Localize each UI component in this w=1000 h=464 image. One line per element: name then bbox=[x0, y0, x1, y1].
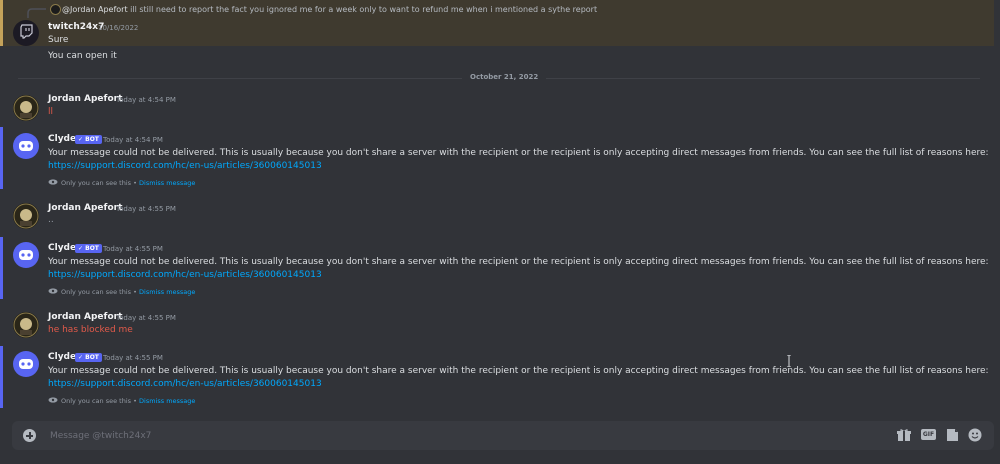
clyde-bot-icon bbox=[19, 141, 33, 151]
avatar[interactable] bbox=[13, 242, 39, 268]
dismiss-message-link[interactable]: Dismiss message bbox=[139, 179, 195, 187]
avatar[interactable] bbox=[13, 351, 39, 377]
ephemeral-text: Only you can see this bbox=[61, 179, 132, 187]
bot-badge: ✓ BOT bbox=[75, 353, 102, 362]
ephemeral-separator: • bbox=[133, 179, 137, 187]
avatar[interactable] bbox=[13, 133, 39, 159]
sticker-icon[interactable] bbox=[945, 428, 959, 442]
add-attachment-button[interactable] bbox=[23, 429, 36, 442]
message-timestamp: Today at 4:55 PM bbox=[116, 314, 176, 322]
message-text: he has blocked me bbox=[48, 325, 133, 335]
gift-icon[interactable] bbox=[897, 428, 911, 442]
gif-button[interactable]: GIF bbox=[921, 429, 936, 440]
ephemeral-separator: • bbox=[133, 288, 137, 296]
message-author[interactable]: Jordan Apefort bbox=[48, 312, 122, 322]
ephemeral-bar bbox=[0, 237, 3, 299]
message-list: @Jordan Apefort ill still need to report… bbox=[0, 0, 1000, 416]
message-text: Your message could not be delivered. Thi… bbox=[48, 366, 989, 376]
dismiss-message-link[interactable]: Dismiss message bbox=[139, 397, 195, 405]
message-input[interactable] bbox=[48, 427, 872, 445]
avatar[interactable] bbox=[13, 312, 39, 338]
message-author[interactable]: Jordan Apefort bbox=[48, 203, 122, 213]
ephemeral-note: Only you can see this • Dismiss message bbox=[61, 179, 195, 187]
message-timestamp: Today at 4:54 PM bbox=[103, 136, 163, 144]
message-author[interactable]: Jordan Apefort bbox=[48, 94, 122, 104]
dm-window: @Jordan Apefort ill still need to report… bbox=[0, 0, 1000, 464]
clyde-bot-icon bbox=[19, 250, 33, 260]
message-author[interactable]: twitch24x7 bbox=[48, 22, 104, 32]
clyde-bot-icon bbox=[19, 359, 33, 369]
message-author[interactable]: Clyde bbox=[48, 134, 76, 144]
ephemeral-bar bbox=[0, 127, 3, 189]
eye-icon bbox=[48, 288, 58, 294]
message-timestamp: Today at 4:55 PM bbox=[103, 354, 163, 362]
ephemeral-note: Only you can see this • Dismiss message bbox=[61, 288, 195, 296]
message-timestamp: 10/16/2022 bbox=[98, 24, 139, 32]
avatar[interactable] bbox=[13, 20, 39, 46]
date-divider-label: October 21, 2022 bbox=[462, 73, 547, 81]
ape-avatar-icon bbox=[13, 203, 39, 229]
reply-author[interactable]: @Jordan Apefort bbox=[62, 5, 128, 14]
message-link[interactable]: https://support.discord.com/hc/en-us/art… bbox=[48, 161, 322, 171]
ephemeral-separator: • bbox=[133, 397, 137, 405]
message-author[interactable]: Clyde bbox=[48, 352, 76, 362]
message-text: You can open it bbox=[48, 51, 117, 61]
message-composer: GIF bbox=[12, 421, 994, 450]
message-timestamp: Today at 4:55 PM bbox=[103, 245, 163, 253]
reply-preview[interactable]: @Jordan Apefort ill still need to report… bbox=[62, 5, 597, 14]
ape-avatar-icon bbox=[13, 95, 39, 121]
reply-avatar bbox=[50, 4, 61, 15]
message-text: ll bbox=[48, 107, 54, 117]
emoji-icon[interactable] bbox=[968, 428, 982, 442]
bot-badge: ✓ BOT bbox=[75, 135, 102, 144]
avatar[interactable] bbox=[13, 203, 39, 229]
message-link[interactable]: https://support.discord.com/hc/en-us/art… bbox=[48, 270, 322, 280]
eye-icon bbox=[48, 179, 58, 185]
twitch-logo-icon bbox=[20, 24, 33, 39]
ape-avatar-icon bbox=[13, 312, 39, 338]
avatar[interactable] bbox=[13, 95, 39, 121]
reply-text: ill still need to report the fact you ig… bbox=[130, 5, 598, 14]
message-text: Sure bbox=[48, 35, 69, 45]
ephemeral-text: Only you can see this bbox=[61, 288, 132, 296]
eye-icon bbox=[48, 397, 58, 403]
reply-connector-icon bbox=[27, 8, 46, 18]
text-cursor-icon bbox=[787, 355, 791, 367]
message-author[interactable]: Clyde bbox=[48, 243, 76, 253]
message-timestamp: Today at 4:55 PM bbox=[116, 205, 176, 213]
ephemeral-note: Only you can see this • Dismiss message bbox=[61, 397, 195, 405]
message-link[interactable]: https://support.discord.com/hc/en-us/art… bbox=[48, 379, 322, 389]
message-text: Your message could not be delivered. Thi… bbox=[48, 148, 989, 158]
ephemeral-bar bbox=[0, 346, 3, 408]
message-timestamp: Today at 4:54 PM bbox=[116, 96, 176, 104]
ephemeral-text: Only you can see this bbox=[61, 397, 132, 405]
bot-badge: ✓ BOT bbox=[75, 244, 102, 253]
message-text: Your message could not be delivered. Thi… bbox=[48, 257, 989, 267]
message-text: .. bbox=[48, 215, 54, 225]
dismiss-message-link[interactable]: Dismiss message bbox=[139, 288, 195, 296]
